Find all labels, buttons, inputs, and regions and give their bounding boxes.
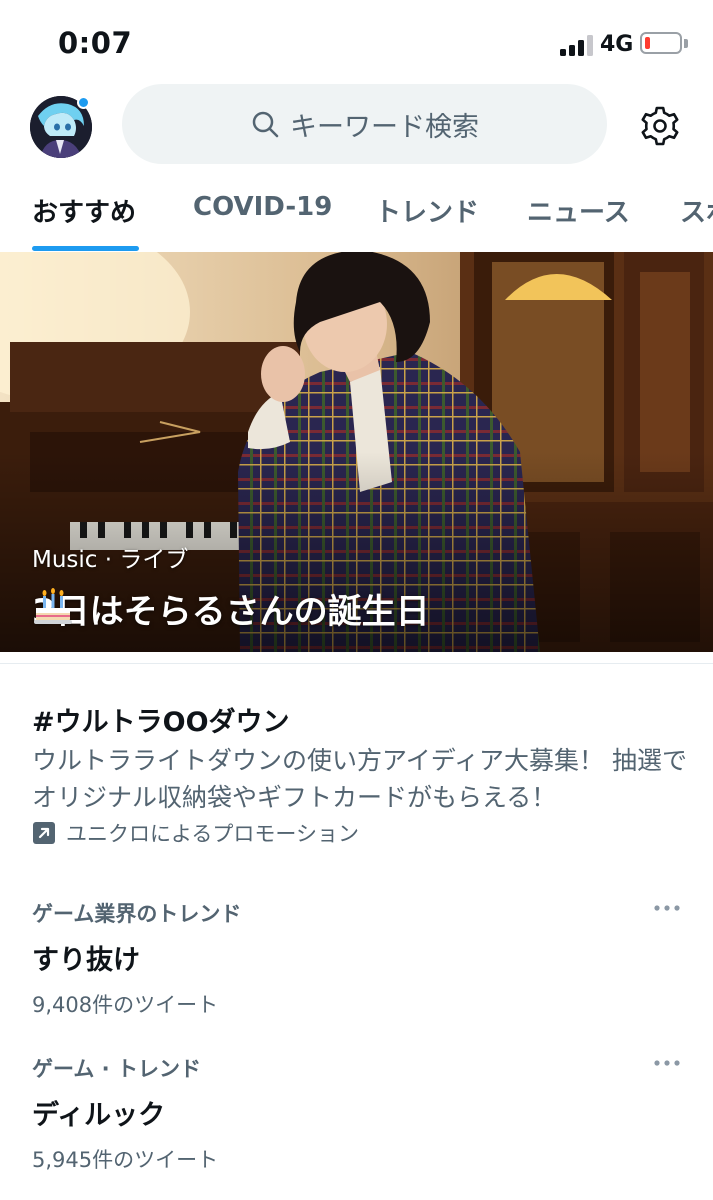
section-divider: [0, 663, 713, 664]
tab-recommended[interactable]: おすすめ: [32, 192, 136, 229]
signal-icon: [560, 34, 594, 56]
promoted-icon: [33, 822, 55, 844]
search-icon: [252, 111, 279, 138]
search-placeholder: キーワード検索: [290, 111, 479, 143]
network-type: 4G: [600, 32, 634, 57]
trend-name: すり抜け: [32, 945, 140, 976]
status-bar: 0:07 4G: [0, 0, 713, 80]
tab-trends[interactable]: トレンド: [375, 192, 479, 229]
birthday-cake-icon: [34, 588, 72, 624]
search-input[interactable]: キーワード検索: [122, 84, 607, 164]
trend-name: ディルック: [32, 1100, 166, 1131]
battery-icon: [640, 32, 682, 54]
hero-title: 3日はそらるさんの誕生日: [32, 592, 430, 632]
explore-tabs: おすすめ COVID-19 トレンド ニュース スポ: [0, 180, 713, 252]
gear-icon[interactable]: [638, 104, 682, 148]
battery-level: [645, 37, 650, 49]
trend-tweet-count: 9,408件のツイート: [32, 993, 219, 1017]
tab-indicator: [32, 246, 139, 251]
status-time: 0:07: [58, 26, 133, 60]
trend-tweet-count: 5,945件のツイート: [32, 1148, 219, 1172]
trend-item[interactable]: ゲーム · トレンド ディルック 5,945件のツイート: [32, 1053, 682, 1174]
notification-dot: [77, 96, 90, 109]
trend-item[interactable]: ゲーム業界のトレンド すり抜け 9,408件のツイート: [32, 898, 682, 1019]
more-icon[interactable]: [652, 1057, 682, 1069]
battery-cap: [684, 39, 688, 48]
promoted-by-text: ユニクロによるプロモーション: [66, 822, 359, 846]
hero-title-row: 3日はそらるさんの誕生日: [32, 584, 430, 633]
promoted-title[interactable]: #ウルトラOOダウン: [32, 700, 290, 739]
trend-context: ゲーム業界のトレンド: [32, 902, 242, 926]
tab-covid19[interactable]: COVID-19: [193, 192, 332, 222]
trend-context: ゲーム · トレンド: [32, 1057, 201, 1081]
tab-sports[interactable]: スポ: [680, 192, 713, 229]
promoted-label: ユニクロによるプロモーション: [32, 818, 359, 848]
more-icon[interactable]: [652, 902, 682, 914]
promoted-description: ウルトラライトダウンの使い方アイディア大募集！ 抽選でオリジナル収納袋やギフトカ…: [32, 746, 687, 812]
hero-card[interactable]: Music · ライブ 3日はそらるさんの誕生日: [0, 252, 713, 652]
hero-category: Music · ライブ: [32, 547, 189, 573]
tab-news[interactable]: ニュース: [527, 192, 630, 229]
